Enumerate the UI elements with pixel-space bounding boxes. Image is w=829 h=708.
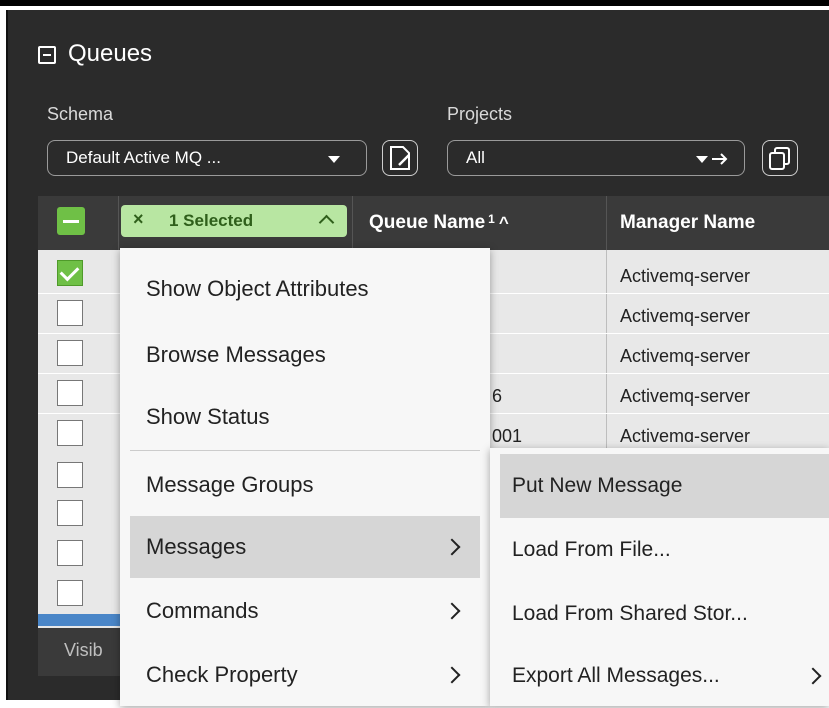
row-checkbox[interactable] [57,380,83,406]
submenu-item-export-all-messages[interactable]: Export All Messages... [500,644,829,708]
sort-index: 1 [488,212,495,226]
sort-ascending-icon: ^ [498,213,509,232]
selected-badge[interactable]: × 1 Selected [121,205,347,237]
chevron-right-icon [443,602,461,620]
projects-label: Projects [447,104,513,124]
column-divider [118,196,119,250]
row-checkbox[interactable] [57,462,83,488]
arrow-right-icon [712,153,728,165]
queue-name-cell: 6 [492,386,503,406]
copy-icon [769,147,790,170]
edit-schema-button[interactable] [382,140,418,176]
copy-button[interactable] [762,140,798,176]
manager-name-cell: Activemq-server [620,266,751,286]
horizontal-scrollbar[interactable] [38,614,130,626]
manager-name-cell: Activemq-server [620,386,751,406]
chevron-right-icon [443,666,461,684]
menu-item-label: Check Property [146,662,298,687]
row-checkbox[interactable] [57,300,83,326]
menu-item-label: Commands [146,598,259,623]
row-checkbox[interactable] [57,540,83,566]
menu-item-messages[interactable]: Messages [130,516,480,578]
submenu-item-label: Load From File... [512,538,671,561]
chevron-right-icon [804,667,822,685]
panel-title: Queues [68,40,153,67]
column-divider [606,196,607,250]
manager-name-cell: Activemq-server [620,346,751,366]
chevron-up-icon [318,214,335,231]
menu-item-show-status[interactable]: Show Status [130,386,480,448]
selected-count-label: 1 Selected [169,211,254,230]
column-header-manager-name[interactable]: Manager Name [620,196,755,250]
row-checkbox[interactable] [57,340,83,366]
footer-label: Visib [64,640,103,660]
close-icon[interactable]: × [133,209,144,230]
column-divider [352,196,353,250]
row-checkbox[interactable] [57,260,83,286]
projects-select-value: All [466,148,485,167]
manager-name-cell: Activemq-server [620,306,751,326]
menu-item-check-property[interactable]: Check Property [130,644,480,706]
queue-name-header-label: Queue Name [369,212,486,233]
menu-item-browse-messages[interactable]: Browse Messages [130,324,480,386]
submenu-item-label: Load From Shared Stor... [512,602,748,625]
menu-item-commands[interactable]: Commands [130,580,480,642]
menu-divider [130,450,480,451]
edit-document-icon [390,146,410,170]
submenu-item-load-from-shared-storage[interactable]: Load From Shared Stor... [500,582,829,646]
context-menu: Show Object Attributes Browse Messages S… [120,248,490,706]
chevron-down-icon [328,156,340,163]
projects-select[interactable]: All [447,140,745,176]
row-checkbox[interactable] [57,580,83,606]
menu-item-label: Show Status [146,404,270,429]
menu-item-label: Show Object Attributes [146,276,369,301]
messages-submenu: Put New Message Load From File... Load F… [490,448,829,706]
column-header-queue-name[interactable]: Queue Name 1 ^ [369,196,509,250]
menu-item-show-object-attributes[interactable]: Show Object Attributes [130,258,480,320]
row-checkbox[interactable] [57,420,83,446]
menu-item-message-groups[interactable]: Message Groups [130,454,480,516]
schema-select[interactable]: Default Active MQ ... [47,140,367,176]
top-border [0,0,829,6]
menu-item-label: Messages [146,534,247,559]
menu-item-label: Browse Messages [146,342,326,367]
select-all-checkbox[interactable] [57,207,85,235]
schema-label: Schema [47,104,114,124]
schema-select-value: Default Active MQ ... [66,148,221,167]
submenu-item-label: Put New Message [512,474,683,497]
submenu-item-load-from-file[interactable]: Load From File... [500,518,829,582]
row-checkbox[interactable] [57,500,83,526]
collapse-icon[interactable] [38,46,56,64]
submenu-item-put-new-message[interactable]: Put New Message [500,454,829,518]
submenu-item-label: Export All Messages... [512,664,720,687]
chevron-down-icon [696,156,708,163]
queue-name-cell: 001 [492,426,523,442]
chevron-right-icon [443,538,461,556]
manager-name-cell: Activemq-server [620,426,751,442]
menu-item-label: Message Groups [146,472,314,497]
manager-name-header-label: Manager Name [620,212,756,233]
